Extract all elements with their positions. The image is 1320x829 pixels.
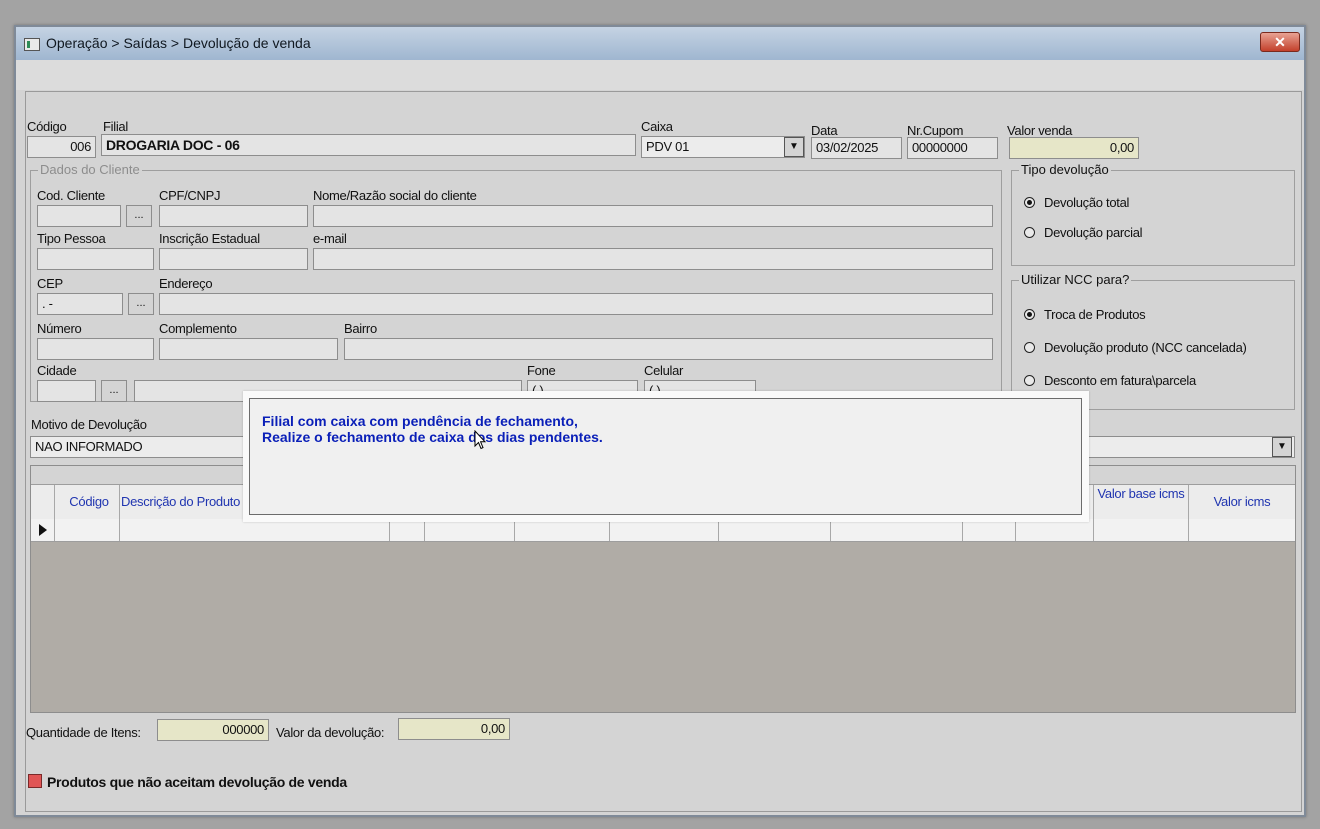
fone-label: Fone xyxy=(527,363,556,378)
inscricao-field[interactable] xyxy=(159,248,308,270)
grid-divider xyxy=(119,485,120,541)
devolucao-parcial-label[interactable]: Devolução parcial xyxy=(1044,225,1143,240)
mouse-pointer-icon xyxy=(474,430,486,450)
alert-dialog[interactable]: Filial com caixa com pendência de fecham… xyxy=(243,391,1089,522)
qtd-itens-field: 000000 xyxy=(157,719,269,741)
cod-cliente-label: Cod. Cliente xyxy=(37,188,105,203)
window-title: Operação > Saídas > Devolução de venda xyxy=(46,35,311,51)
valor-devolucao-field: 0,00 xyxy=(398,718,510,740)
nrcupom-field[interactable]: 00000000 xyxy=(907,137,998,159)
troca-produtos-label[interactable]: Troca de Produtos xyxy=(1044,307,1146,322)
cliente-group-title: Dados do Cliente xyxy=(38,162,142,177)
numero-label: Número xyxy=(37,321,82,336)
legend-color-box xyxy=(28,774,42,788)
email-label: e-mail xyxy=(313,231,347,246)
nome-label: Nome/Razão social do cliente xyxy=(313,188,477,203)
inscricao-label: Inscrição Estadual xyxy=(159,231,260,246)
desconto-fatura-radio[interactable] xyxy=(1024,375,1035,386)
devolucao-produto-label[interactable]: Devolução produto (NCC cancelada) xyxy=(1044,340,1247,355)
close-button[interactable]: ✕ xyxy=(1260,32,1300,52)
tipo-devolucao-title: Tipo devolução xyxy=(1019,162,1111,177)
title-bar[interactable]: Operação > Saídas > Devolução de venda ✕ xyxy=(16,27,1304,60)
grid-divider xyxy=(1093,485,1094,541)
codigo-field[interactable]: 006 xyxy=(27,136,96,158)
data-field[interactable]: 03/02/2025 xyxy=(811,137,902,159)
alert-line-2: Realize o fechamento de caixa dos dias p… xyxy=(262,429,603,445)
cidade-label: Cidade xyxy=(37,363,77,378)
tipo-pessoa-label: Tipo Pessoa xyxy=(37,231,106,246)
bairro-field[interactable] xyxy=(344,338,993,360)
row-pointer-icon xyxy=(39,524,47,536)
col-valor-icms[interactable]: Valor icms xyxy=(1189,494,1295,509)
cep-field[interactable]: . - xyxy=(37,293,123,315)
col-valor-base-icms[interactable]: Valor base icms xyxy=(1095,486,1187,501)
cep-label: CEP xyxy=(37,276,63,291)
devolucao-produto-radio[interactable] xyxy=(1024,342,1035,353)
tipo-devolucao-groupbox xyxy=(1011,170,1295,266)
devolucao-total-label[interactable]: Devolução total xyxy=(1044,195,1129,210)
complemento-label: Complemento xyxy=(159,321,237,336)
cpf-label: CPF/CNPJ xyxy=(159,188,221,203)
devolucao-total-radio[interactable] xyxy=(1024,197,1035,208)
cidade-search-button[interactable]: ... xyxy=(101,380,127,402)
endereco-field[interactable] xyxy=(159,293,993,315)
bairro-label: Bairro xyxy=(344,321,377,336)
cod-cliente-search-button[interactable]: ... xyxy=(126,205,152,227)
desconto-fatura-label[interactable]: Desconto em fatura\parcela xyxy=(1044,373,1196,388)
nome-field[interactable] xyxy=(313,205,993,227)
filial-field[interactable]: DROGARIA DOC - 06 xyxy=(101,134,636,156)
app-icon xyxy=(24,38,40,51)
cep-search-button[interactable]: ... xyxy=(128,293,154,315)
caixa-label: Caixa xyxy=(641,119,673,134)
numero-field[interactable] xyxy=(37,338,154,360)
data-label: Data xyxy=(811,123,838,138)
caixa-select[interactable]: PDV 01 xyxy=(641,136,805,158)
devolucao-parcial-radio[interactable] xyxy=(1024,227,1035,238)
col-codigo[interactable]: Código xyxy=(59,494,119,509)
filial-label: Filial xyxy=(103,119,128,134)
alert-message: Filial com caixa com pendência de fecham… xyxy=(262,413,603,445)
motivo-label: Motivo de Devolução xyxy=(31,417,147,432)
toolbar-area xyxy=(16,60,1304,90)
table-row[interactable] xyxy=(31,519,1295,542)
ncc-title: Utilizar NCC para? xyxy=(1019,272,1132,287)
motivo-dropdown-icon[interactable]: ▼ xyxy=(1272,437,1292,457)
valor-devolucao-label: Valor da devolução: xyxy=(276,725,385,740)
complemento-field[interactable] xyxy=(159,338,338,360)
alert-line-1: Filial com caixa com pendência de fecham… xyxy=(262,413,578,429)
celular-label: Celular xyxy=(644,363,684,378)
valorvenda-field: 0,00 xyxy=(1009,137,1139,159)
codigo-label: Código xyxy=(27,119,67,134)
grid-divider xyxy=(1188,485,1189,541)
nrcupom-label: Nr.Cupom xyxy=(907,123,964,138)
qtd-itens-label: Quantidade de Itens: xyxy=(26,725,141,740)
cod-cliente-field[interactable] xyxy=(37,205,121,227)
endereco-label: Endereço xyxy=(159,276,213,291)
tipo-pessoa-field[interactable] xyxy=(37,248,154,270)
troca-produtos-radio[interactable] xyxy=(1024,309,1035,320)
alert-dialog-body: Filial com caixa com pendência de fecham… xyxy=(249,398,1082,515)
cpf-field[interactable] xyxy=(159,205,308,227)
valorvenda-label: Valor venda xyxy=(1007,123,1073,138)
caixa-dropdown-icon[interactable]: ▼ xyxy=(784,137,804,157)
legend-label: Produtos que não aceitam devolução de ve… xyxy=(47,774,347,790)
cidade-code-field[interactable] xyxy=(37,380,96,402)
email-field[interactable] xyxy=(313,248,993,270)
grid-divider xyxy=(54,485,55,541)
